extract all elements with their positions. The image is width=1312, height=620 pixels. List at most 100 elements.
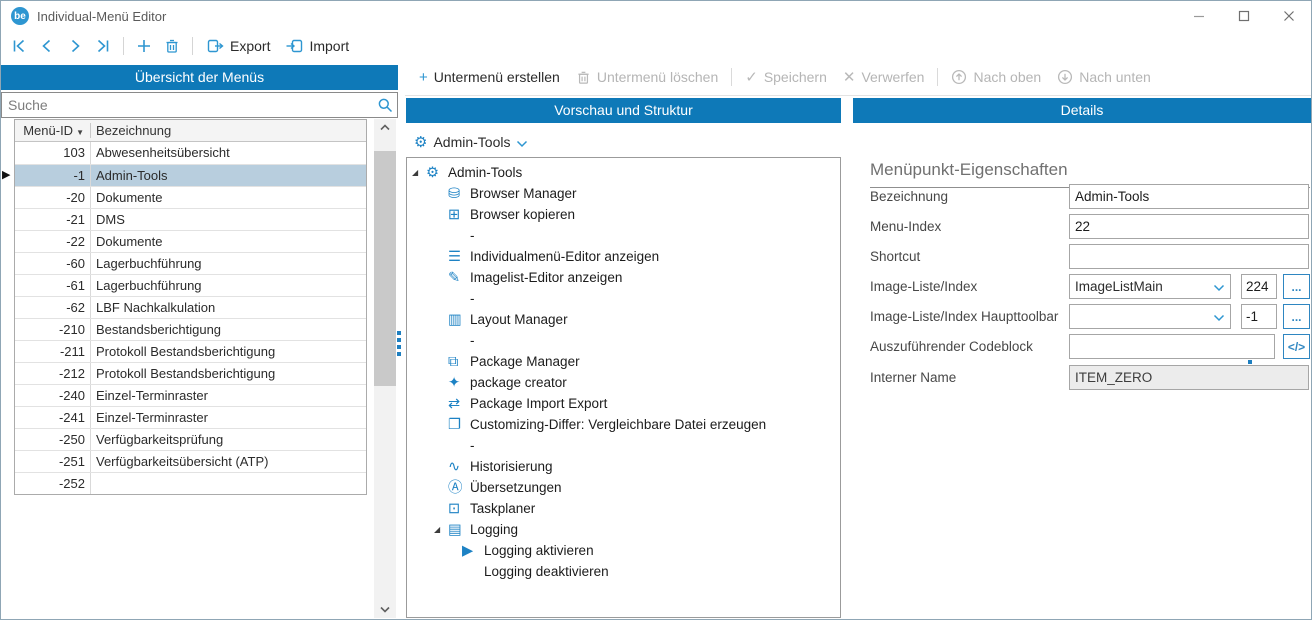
trash-icon	[576, 70, 591, 85]
table-row[interactable]: -212Protokoll Bestandsberichtigung	[15, 362, 366, 384]
tree-item-label: Taskplaner	[470, 501, 535, 516]
bezeichnung-field[interactable]	[1069, 184, 1309, 209]
splitter-left[interactable]	[397, 331, 401, 356]
table-row[interactable]: -250Verfügbarkeitsprüfung	[15, 428, 366, 450]
table-row[interactable]: -60Lagerbuchführung	[15, 252, 366, 274]
table-row[interactable]: 103Abwesenheitsübersicht	[15, 142, 366, 164]
tree-item--[interactable]: -	[407, 225, 840, 246]
tree-item-package-manager[interactable]: ⧉Package Manager	[407, 351, 840, 372]
expander-icon[interactable]: ◢	[434, 525, 448, 534]
last-record-button[interactable]	[91, 34, 115, 58]
logging-icon: ▤	[448, 523, 470, 537]
table-row[interactable]: -20Dokumente	[15, 186, 366, 208]
maximize-button[interactable]	[1221, 1, 1266, 31]
cell-bezeichnung: Dokumente	[90, 187, 366, 208]
cell-menu-id: -62	[15, 297, 90, 318]
toolbar-divider	[405, 95, 1312, 96]
add-menu-button[interactable]	[132, 34, 156, 58]
toolbar-separator	[192, 37, 193, 55]
tree-item-layout-manager[interactable]: ▥Layout Manager	[407, 309, 840, 330]
tree-item--[interactable]: -	[407, 435, 840, 456]
table-row[interactable]: -252	[15, 472, 366, 494]
table-row[interactable]: -211Protokoll Bestandsberichtigung	[15, 340, 366, 362]
table-row[interactable]: -21DMS	[15, 208, 366, 230]
import-button[interactable]: Import	[280, 33, 355, 59]
column-header-bezeichnung[interactable]: Bezeichnung	[90, 123, 366, 138]
close-button[interactable]	[1266, 1, 1311, 31]
column-header-menu-id[interactable]: Menü-ID▼	[15, 123, 90, 138]
table-row[interactable]: -62LBF Nachkalkulation	[15, 296, 366, 318]
check-icon: ✓	[745, 68, 758, 86]
table-row[interactable]: -61Lagerbuchführung	[15, 274, 366, 296]
database-icon: ⛁	[448, 187, 470, 201]
codeblock-field[interactable]	[1069, 334, 1275, 359]
export-button[interactable]: Export	[201, 33, 276, 59]
previous-record-button[interactable]	[35, 34, 59, 58]
tree-item-historisierung[interactable]: ∿Historisierung	[407, 456, 840, 477]
tree-item-browser-kopieren[interactable]: ⊞Browser kopieren	[407, 204, 840, 225]
breadcrumb[interactable]: ⚙ Admin-Tools	[414, 131, 528, 153]
tree-item-logging-aktivieren[interactable]: ▶Logging aktivieren	[407, 540, 840, 561]
next-record-button[interactable]	[63, 34, 87, 58]
tree-item-label: Customizing-Differ: Vergleichbare Datei …	[470, 417, 766, 432]
image-index-haupttoolbar-field[interactable]	[1241, 304, 1277, 329]
cell-menu-id: -1	[15, 165, 90, 186]
list-icon: ☰	[448, 250, 470, 264]
image-liste-combobox[interactable]: ImageListMain	[1069, 274, 1231, 299]
image-index-field[interactable]	[1241, 274, 1277, 299]
table-row[interactable]: -210Bestandsberichtigung	[15, 318, 366, 340]
table-row[interactable]: -22Dokumente	[15, 230, 366, 252]
shortcut-field[interactable]	[1069, 244, 1309, 269]
tree-item-admin-tools[interactable]: ◢⚙Admin-Tools	[407, 162, 840, 183]
code-editor-button[interactable]: </>	[1283, 334, 1310, 359]
image-picker-button[interactable]: ...	[1283, 274, 1310, 299]
table-row[interactable]: -240Einzel-Terminraster	[15, 384, 366, 406]
menu-index-field[interactable]	[1069, 214, 1309, 239]
toolbar-separator	[123, 37, 124, 55]
image-haupttoolbar-picker-button[interactable]: ...	[1283, 304, 1310, 329]
tree-item-taskplaner[interactable]: ⊡Taskplaner	[407, 498, 840, 519]
toolbar-button-untermenü-löschen[interactable]: Untermenü löschen	[568, 64, 726, 90]
tree-item-browser-manager[interactable]: ⛁Browser Manager	[407, 183, 840, 204]
toolbar-button-untermenü-erstellen[interactable]: +Untermenü erstellen	[411, 64, 568, 90]
chevron-down-icon	[1213, 314, 1225, 322]
tree-item-individualmenü-editor-anzeigen[interactable]: ☰Individualmenü-Editor anzeigen	[407, 246, 840, 267]
toolbar-button-nach-oben[interactable]: Nach oben	[943, 64, 1049, 90]
tree-item-übersetzungen[interactable]: ⒶÜbersetzungen	[407, 477, 840, 498]
tree-item-logging[interactable]: ◢▤Logging	[407, 519, 840, 540]
expander-icon[interactable]: ◢	[412, 168, 426, 177]
tree-item-imagelist-editor-anzeigen[interactable]: ✎Imagelist-Editor anzeigen	[407, 267, 840, 288]
tree-item-customizing-differ-vergleichbare-datei-erzeugen[interactable]: ❐Customizing-Differ: Vergleichbare Datei…	[407, 414, 840, 435]
tree-item-logging-deaktivieren[interactable]: Logging deaktivieren	[407, 561, 840, 582]
toolbar-separator	[937, 68, 938, 86]
tree-item-package-import-export[interactable]: ⇄Package Import Export	[407, 393, 840, 414]
shortcut-label: Shortcut	[870, 249, 920, 264]
cell-menu-id: -211	[15, 341, 90, 362]
toolbar-button-nach-unten[interactable]: Nach unten	[1049, 64, 1159, 90]
delete-menu-button[interactable]	[160, 34, 184, 58]
menu-structure-tree: ◢⚙Admin-Tools⛁Browser Manager⊞Browser ko…	[406, 157, 841, 618]
table-row[interactable]: -251Verfügbarkeitsübersicht (ATP)	[15, 450, 366, 472]
first-record-button[interactable]	[7, 34, 31, 58]
table-row[interactable]: -1Admin-Tools▶	[15, 164, 366, 186]
cell-menu-id: -212	[15, 363, 90, 384]
menu-overview-header: Übersicht der Menüs	[1, 65, 398, 90]
table-scrollbar[interactable]	[374, 119, 396, 618]
minimize-button[interactable]	[1176, 1, 1221, 31]
scrollbar-thumb[interactable]	[374, 151, 396, 386]
search-input[interactable]	[1, 92, 398, 118]
structure-header: Vorschau und Struktur	[406, 98, 841, 123]
tree-item-label: Package Import Export	[470, 396, 607, 411]
scroll-up-icon[interactable]	[374, 119, 396, 136]
table-row[interactable]: -241Einzel-Terminraster	[15, 406, 366, 428]
gears-icon: ⚙	[414, 133, 427, 151]
cell-bezeichnung: Lagerbuchführung	[90, 253, 366, 274]
tree-item--[interactable]: -	[407, 330, 840, 351]
scroll-down-icon[interactable]	[374, 601, 396, 618]
tree-item-package-creator[interactable]: ✦package creator	[407, 372, 840, 393]
toolbar-button-speichern[interactable]: ✓Speichern	[737, 64, 835, 90]
image-liste-haupttoolbar-combobox[interactable]	[1069, 304, 1231, 329]
toolbar-button-verwerfen[interactable]: ✕Verwerfen	[835, 64, 933, 90]
tree-item--[interactable]: -	[407, 288, 840, 309]
cell-menu-id: -252	[15, 473, 90, 494]
